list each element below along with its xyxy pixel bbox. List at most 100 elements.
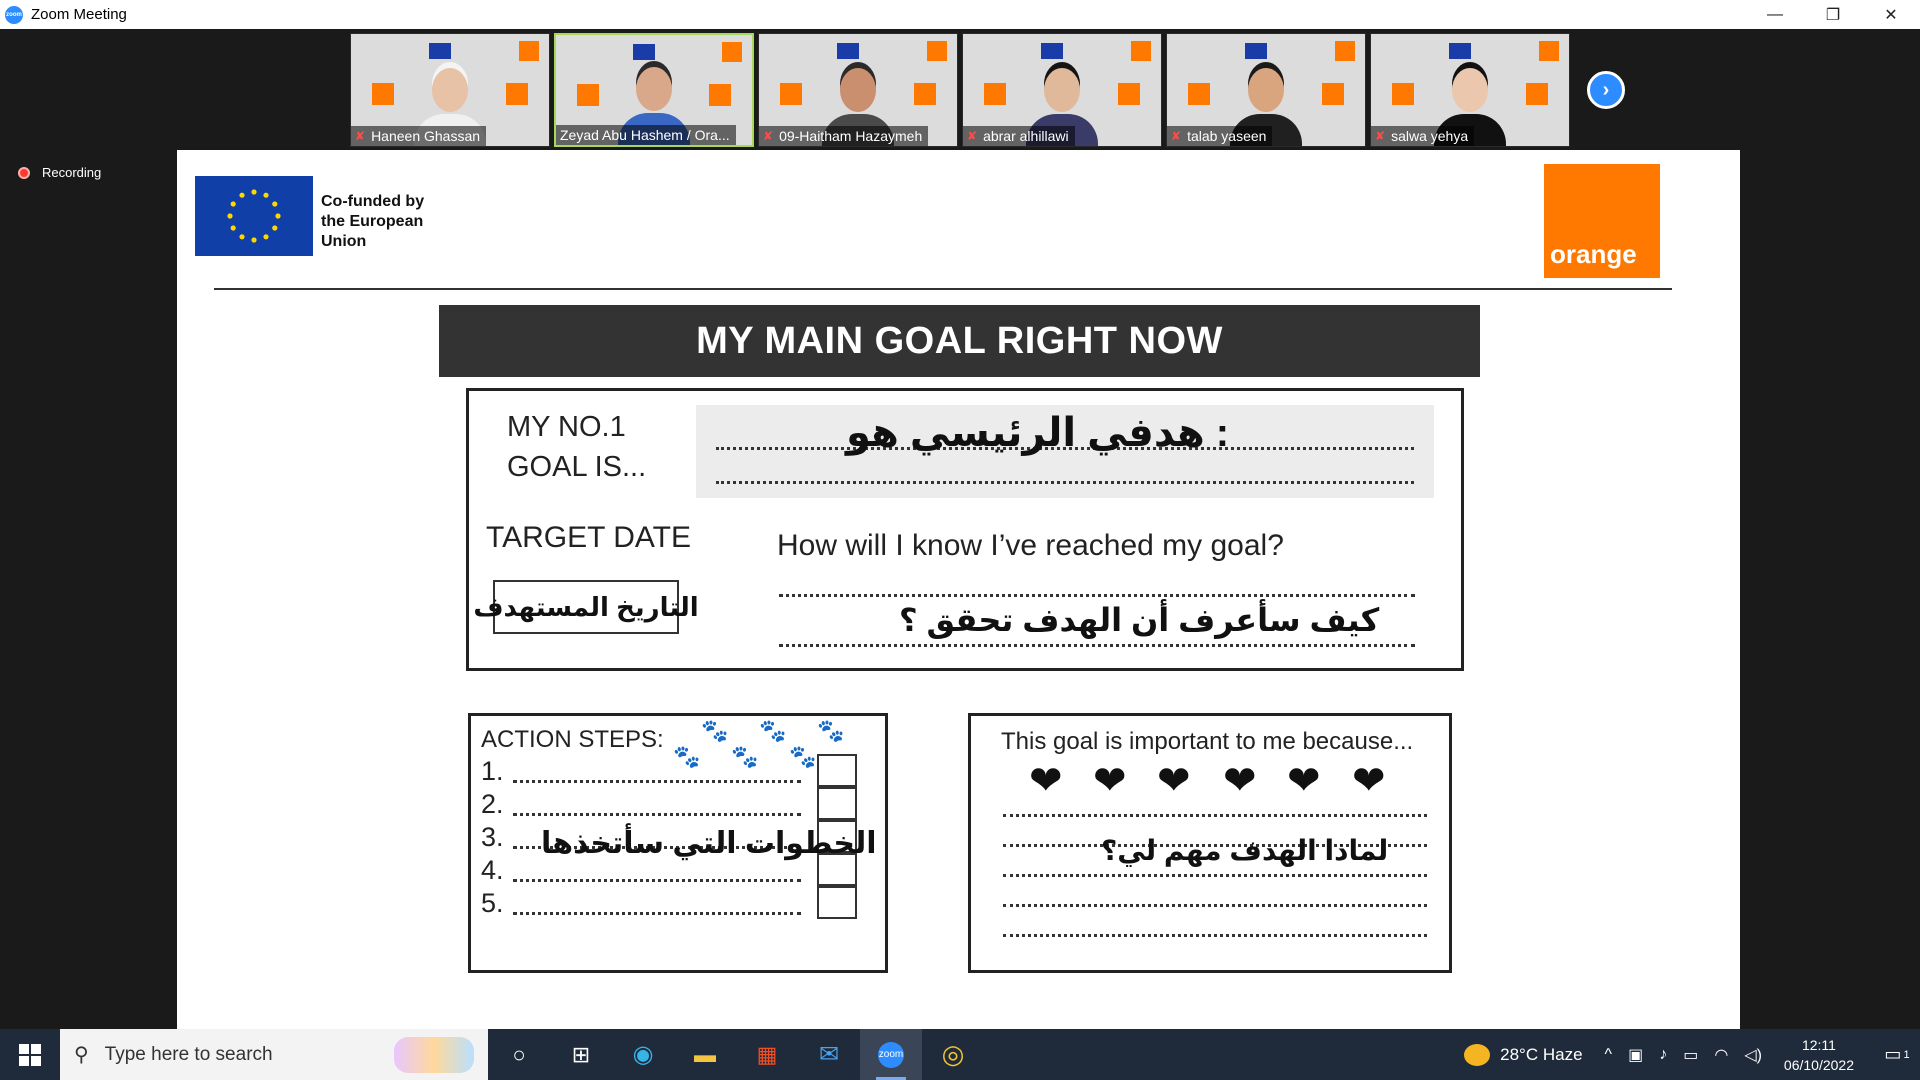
slide-title: MY MAIN GOAL RIGHT NOW bbox=[696, 319, 1223, 362]
participant-tile[interactable]: Zeyad Abu Hashem / Ora... bbox=[554, 33, 754, 147]
participant-namebar: ✘ 09-Haitham Hazaymeh bbox=[759, 126, 929, 146]
camera-icon[interactable]: ▣ bbox=[1628, 1045, 1643, 1065]
orange-logo-icon bbox=[1392, 83, 1415, 105]
heart-icon: ❤ bbox=[1029, 759, 1063, 803]
minimize-button[interactable]: — bbox=[1746, 0, 1804, 29]
paw-print-icon: 🐾 bbox=[673, 744, 701, 769]
orange-logo-icon bbox=[1321, 83, 1344, 105]
taskbar-mail-button[interactable]: ✉ bbox=[798, 1029, 860, 1080]
orange-logo-icon bbox=[1131, 41, 1151, 61]
gallery-next-button[interactable]: › bbox=[1587, 71, 1625, 109]
chevron-up-icon[interactable]: ^ bbox=[1605, 1046, 1613, 1064]
goal-importance-title: This goal is important to me because... bbox=[1001, 728, 1414, 755]
eu-star bbox=[239, 234, 245, 240]
heart-icon: ❤ bbox=[1093, 759, 1127, 803]
taskbar-search[interactable]: ⚲ Type here to search bbox=[60, 1029, 488, 1080]
eu-cofunded-text: Co-funded by the European Union bbox=[321, 192, 424, 252]
step-number: 5. bbox=[481, 888, 504, 918]
action-steps-arabic: الخطوات التي سأتخذها bbox=[541, 827, 877, 860]
participant-tile[interactable]: ✘ Haneen Ghassan bbox=[350, 33, 550, 147]
search-placeholder: Type here to search bbox=[104, 1043, 273, 1065]
goal-field: هدفي الرئيسي هو : bbox=[696, 405, 1434, 498]
reach-goal-question: How will I know I’ve reached my goal? bbox=[777, 529, 1284, 562]
participant-tile[interactable]: ✘ abrar alhillawi bbox=[962, 33, 1162, 147]
dotted-line bbox=[1003, 904, 1427, 907]
heart-icon: ❤ bbox=[1157, 759, 1191, 803]
system-tray: 28°C Haze ^ ▣ ♪ ▭ ◠ ◁) 12:11 06/10/2022 … bbox=[1464, 1029, 1920, 1080]
orange-logo: orange bbox=[1544, 164, 1660, 278]
taskbar-chrome-button[interactable]: ◎ bbox=[922, 1029, 984, 1080]
dotted-line bbox=[513, 879, 801, 882]
participant-tile[interactable]: ✘ salwa yehya bbox=[1370, 33, 1570, 147]
paw-print-icon: 🐾 bbox=[789, 744, 817, 769]
eu-star bbox=[239, 192, 245, 198]
recording-label: Recording bbox=[42, 165, 102, 180]
eu-star bbox=[263, 192, 269, 198]
eu-star bbox=[272, 225, 278, 231]
orange-logo-icon bbox=[1539, 41, 1559, 61]
reach-goal-arabic: كيف سأعرف أن الهدف تحقق ؟ bbox=[899, 602, 1380, 638]
participant-tile[interactable]: ✘ 09-Haitham Hazaymeh bbox=[758, 33, 958, 147]
taskbar-file-explorer-button[interactable]: ▬ bbox=[674, 1029, 736, 1080]
taskbar-zoom-button[interactable]: zoom bbox=[860, 1029, 922, 1080]
recording-indicator[interactable]: Recording bbox=[18, 165, 101, 180]
pinned-apps: ○ ⊞ ◉ ▬ ▦ ✉ zoom ◎ bbox=[488, 1029, 984, 1080]
participant-head bbox=[432, 68, 468, 112]
notification-center-button[interactable]: ▭ 1 bbox=[1874, 1029, 1920, 1080]
restore-button[interactable]: ❐ bbox=[1804, 0, 1862, 29]
participant-namebar: ✘ talab yaseen bbox=[1167, 126, 1273, 146]
taskbar-microsoft-store-button[interactable]: ▦ bbox=[736, 1029, 798, 1080]
eu-star bbox=[230, 225, 236, 231]
muted-mic-icon: ✘ bbox=[1171, 129, 1182, 143]
step-number: 2. bbox=[481, 789, 504, 819]
zoom-logo-icon: zoom bbox=[5, 5, 23, 24]
eu-flag-icon bbox=[195, 176, 313, 256]
target-date-field: التاريخ المستهدف bbox=[473, 580, 699, 634]
action-steps-title: ACTION STEPS: bbox=[481, 726, 664, 753]
eu-text-line: Union bbox=[321, 233, 367, 250]
orange-logo-icon bbox=[505, 83, 528, 105]
weather-icon[interactable] bbox=[1464, 1043, 1491, 1066]
dotted-line bbox=[513, 912, 801, 915]
dotted-line bbox=[779, 594, 1415, 597]
close-button[interactable]: ✕ bbox=[1862, 0, 1920, 29]
wifi-icon[interactable]: ◠ bbox=[1714, 1045, 1728, 1065]
taskbar-edge-button[interactable]: ◉ bbox=[612, 1029, 674, 1080]
muted-mic-icon: ✘ bbox=[763, 129, 774, 143]
notification-icon: ▭ bbox=[1884, 1044, 1902, 1064]
taskbar-widgets-button[interactable]: ⊞ bbox=[550, 1029, 612, 1080]
muted-mic-icon: ✘ bbox=[355, 129, 366, 143]
chevron-right-icon: › bbox=[1602, 78, 1610, 101]
battery-icon[interactable]: ▭ bbox=[1683, 1045, 1698, 1065]
participant-gallery: ✘ Haneen Ghassan Zeyad Abu Hashem / Ora.… bbox=[350, 33, 1570, 147]
action-steps-box: ACTION STEPS: 🐾 🐾 🐾 🐾 🐾 🐾 1. 2. 3. 4. 5. الخ… bbox=[468, 713, 888, 973]
eu-stars-icon bbox=[227, 189, 281, 243]
start-button[interactable] bbox=[0, 1029, 60, 1080]
eu-star bbox=[275, 213, 281, 219]
clock[interactable]: 12:11 06/10/2022 bbox=[1784, 1035, 1854, 1075]
speaker-icon[interactable]: ◁) bbox=[1744, 1045, 1762, 1065]
orange-logo-icon bbox=[1335, 41, 1355, 61]
taskbar-task-view-button[interactable]: ○ bbox=[488, 1029, 550, 1080]
participant-head bbox=[1044, 68, 1080, 112]
windows-taskbar: ⚲ Type here to search ○ ⊞ ◉ ▬ ▦ ✉ zoom ◎ 28°C H… bbox=[0, 1029, 1920, 1080]
microsoft-store-icon: ▦ bbox=[756, 1041, 778, 1067]
meeting-area: ✘ Haneen Ghassan Zeyad Abu Hashem / Ora.… bbox=[0, 29, 1920, 1029]
search-highlight-illustration bbox=[394, 1037, 474, 1073]
dotted-line bbox=[716, 481, 1414, 484]
dotted-line bbox=[1003, 874, 1427, 877]
participant-name: abrar alhillawi bbox=[983, 128, 1069, 144]
goal-label: MY NO.1 GOAL IS... bbox=[507, 407, 646, 487]
edge-icon: ◉ bbox=[632, 1041, 654, 1068]
clock-time: 12:11 bbox=[1801, 1036, 1836, 1053]
step-number: 4. bbox=[481, 855, 504, 885]
orange-logo-icon bbox=[577, 84, 599, 106]
shared-screen-slide: Co-funded by the European Union orange M… bbox=[177, 150, 1740, 1029]
weather-text[interactable]: 28°C Haze bbox=[1500, 1045, 1582, 1065]
goal-box: MY NO.1 GOAL IS... هدفي الرئيسي هو : TAR… bbox=[466, 388, 1464, 671]
participant-tile[interactable]: ✘ talab yaseen bbox=[1166, 33, 1366, 147]
orange-logo-icon bbox=[722, 42, 742, 62]
microphone-icon[interactable]: ♪ bbox=[1659, 1046, 1667, 1064]
step-checkbox bbox=[817, 754, 857, 787]
participant-namebar: ✘ Haneen Ghassan bbox=[351, 126, 487, 146]
